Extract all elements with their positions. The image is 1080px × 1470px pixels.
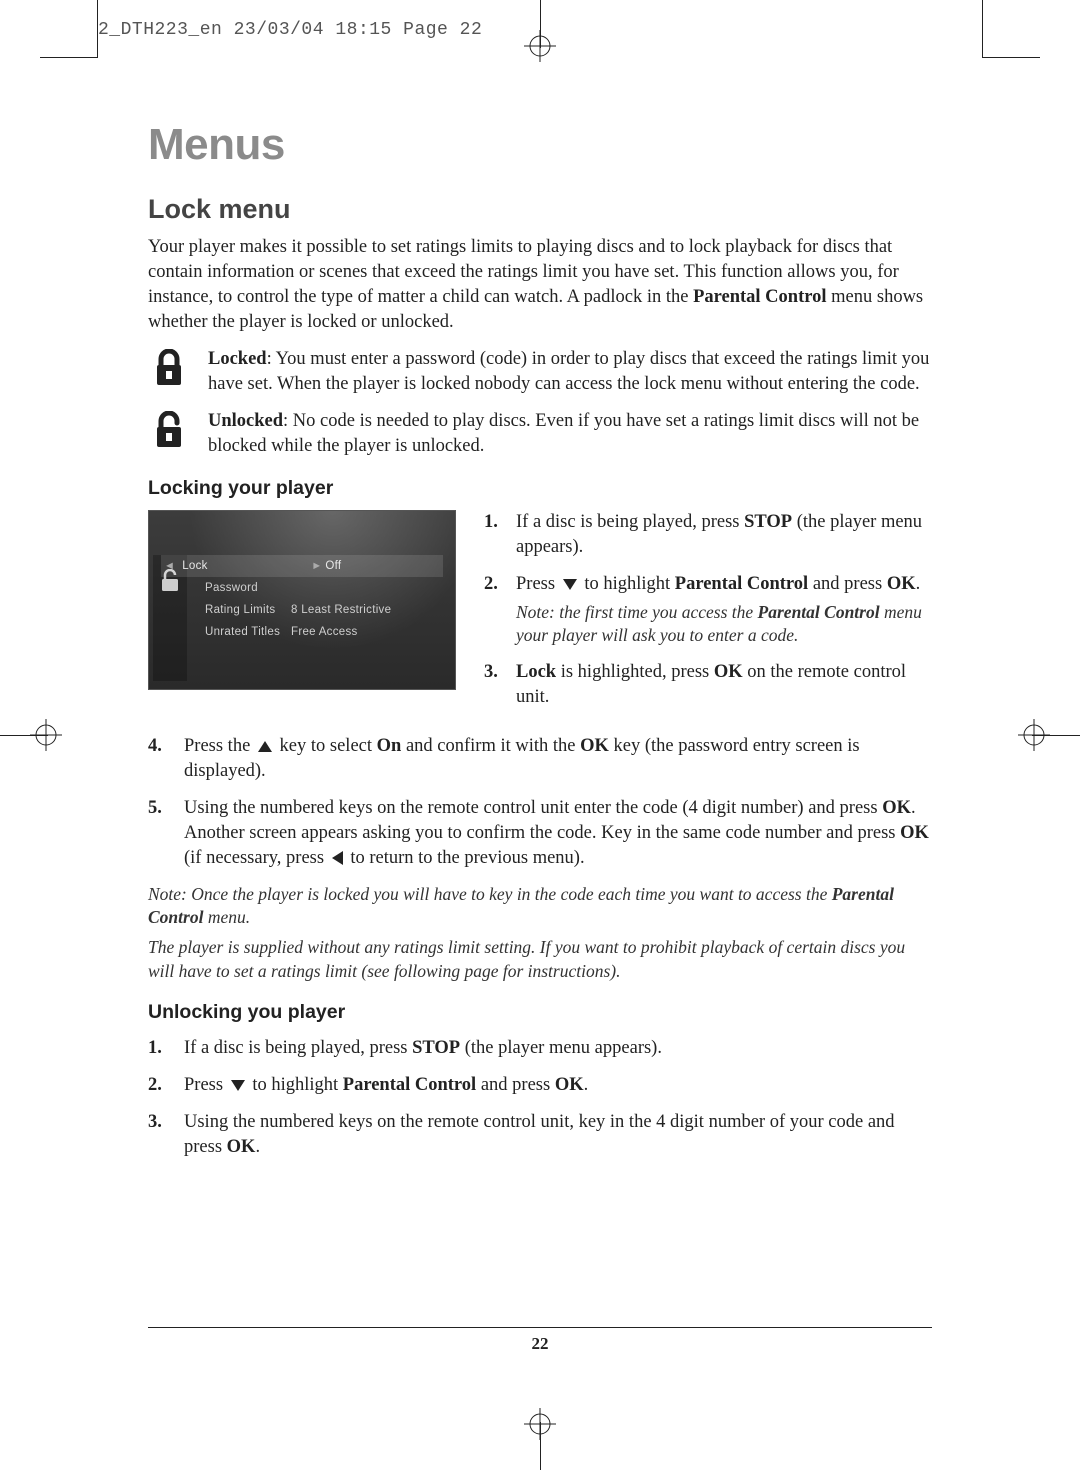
locked-row: Locked: You must enter a password (code)…: [148, 347, 932, 397]
corner-mark-tl: [40, 0, 98, 58]
note-locked: Note: Once the player is locked you will…: [148, 883, 932, 930]
step-4: 4. Press the key to select On and confir…: [148, 734, 932, 784]
step-5: 5. Using the numbered keys on the remote…: [148, 796, 932, 871]
registration-mark-left: [30, 719, 62, 751]
screenshot-row-unrated: Unrated Titles Free Access: [161, 621, 443, 643]
locked-desc: : You must enter a password (code) in or…: [208, 349, 929, 394]
steps-right: 1. If a disc is being played, press STOP…: [484, 510, 932, 722]
intro-bold: Parental Control: [693, 287, 826, 307]
unlock-step-1: 1. If a disc is being played, press STOP…: [148, 1036, 932, 1061]
step-number: 4.: [148, 734, 176, 784]
step-text: If a disc is being played, press STOP (t…: [516, 510, 932, 560]
unlock-step-2: 2. Press to highlight Parental Control a…: [148, 1073, 932, 1098]
registration-mark-right: [1018, 719, 1050, 751]
unlocked-desc: : No code is needed to play discs. Even …: [208, 411, 919, 456]
registration-mark-top: [524, 30, 556, 62]
page-content: Menus Lock menu Your player makes it pos…: [100, 80, 980, 1390]
lock-open-icon: [148, 409, 190, 449]
unlocked-text: Unlocked: No code is needed to play disc…: [208, 409, 932, 459]
step-text: If a disc is being played, press STOP (t…: [184, 1036, 932, 1061]
step-2: 2. Press to highlight Parental Control a…: [484, 572, 932, 648]
locked-label: Locked: [208, 349, 267, 369]
step-number: 3.: [148, 1110, 176, 1160]
page-title: Menus: [148, 120, 932, 170]
arrow-left-icon: ◄: [161, 560, 178, 572]
step-number: 2.: [484, 572, 508, 648]
footer-rule: [148, 1327, 932, 1328]
unlock-steps: 1. If a disc is being played, press STOP…: [148, 1036, 932, 1160]
step-number: 3.: [484, 660, 508, 710]
step-text: Using the numbered keys on the remote co…: [184, 1110, 932, 1160]
down-arrow-icon: [563, 579, 577, 590]
step-text: Using the numbered keys on the remote co…: [184, 796, 932, 871]
step-number: 1.: [148, 1036, 176, 1061]
step-number: 2.: [148, 1073, 176, 1098]
print-header: 2_DTH223_en 23/03/04 18:15 Page 22: [98, 20, 482, 40]
locked-text: Locked: You must enter a password (code)…: [208, 347, 932, 397]
cell-l: Rating Limits: [161, 604, 291, 616]
intro-paragraph: Your player makes it possible to set rat…: [148, 235, 932, 335]
left-arrow-icon: [332, 851, 343, 865]
registration-mark-bottom: [524, 1408, 556, 1440]
sub-heading-locking: Locking your player: [148, 477, 932, 500]
arrow-right-icon: ►: [308, 560, 325, 572]
lock-closed-icon: [148, 347, 190, 387]
step-text: Lock is highlighted, press OK on the rem…: [516, 660, 932, 710]
locking-split: ◄ Lock ► Off Password Rating Limits 8 Le…: [148, 510, 932, 722]
step-text: Press to highlight Parental Control and …: [516, 572, 932, 648]
step-text: Press the key to select On and confirm i…: [184, 734, 932, 784]
down-arrow-icon: [231, 1080, 245, 1091]
screenshot-row-lock: ◄ Lock ► Off: [161, 555, 443, 577]
cell-r: Off: [325, 560, 443, 572]
step-text: Press to highlight Parental Control and …: [184, 1073, 932, 1098]
page-number: 22: [0, 1334, 1080, 1354]
note-supply: The player is supplied without any ratin…: [148, 936, 932, 983]
unlock-step-3: 3. Using the numbered keys on the remote…: [148, 1110, 932, 1160]
sub-heading-unlocking: Unlocking you player: [148, 1001, 932, 1024]
step-number: 5.: [148, 796, 176, 871]
step-1: 1. If a disc is being played, press STOP…: [484, 510, 932, 560]
screenshot-row-password: Password: [161, 577, 443, 599]
cell-l: Unrated Titles: [161, 626, 291, 638]
step-number: 1.: [484, 510, 508, 560]
up-arrow-icon: [258, 741, 272, 752]
screenshot-row-rating: Rating Limits 8 Least Restrictive: [161, 599, 443, 621]
cell-r: Free Access: [291, 626, 443, 638]
step-2-note: Note: the first time you access the Pare…: [516, 601, 932, 648]
unlocked-label: Unlocked: [208, 411, 283, 431]
section-heading: Lock menu: [148, 194, 932, 225]
step-3: 3. Lock is highlighted, press OK on the …: [484, 660, 932, 710]
corner-mark-tr: [982, 0, 1040, 58]
unlocked-row: Unlocked: No code is needed to play disc…: [148, 409, 932, 459]
menu-screenshot: ◄ Lock ► Off Password Rating Limits 8 Le…: [148, 510, 456, 690]
cell-l: Password: [161, 582, 291, 594]
cell-r: 8 Least Restrictive: [291, 604, 443, 616]
full-width-steps: 4. Press the key to select On and confir…: [148, 734, 932, 871]
cell-l: Lock: [178, 560, 308, 572]
